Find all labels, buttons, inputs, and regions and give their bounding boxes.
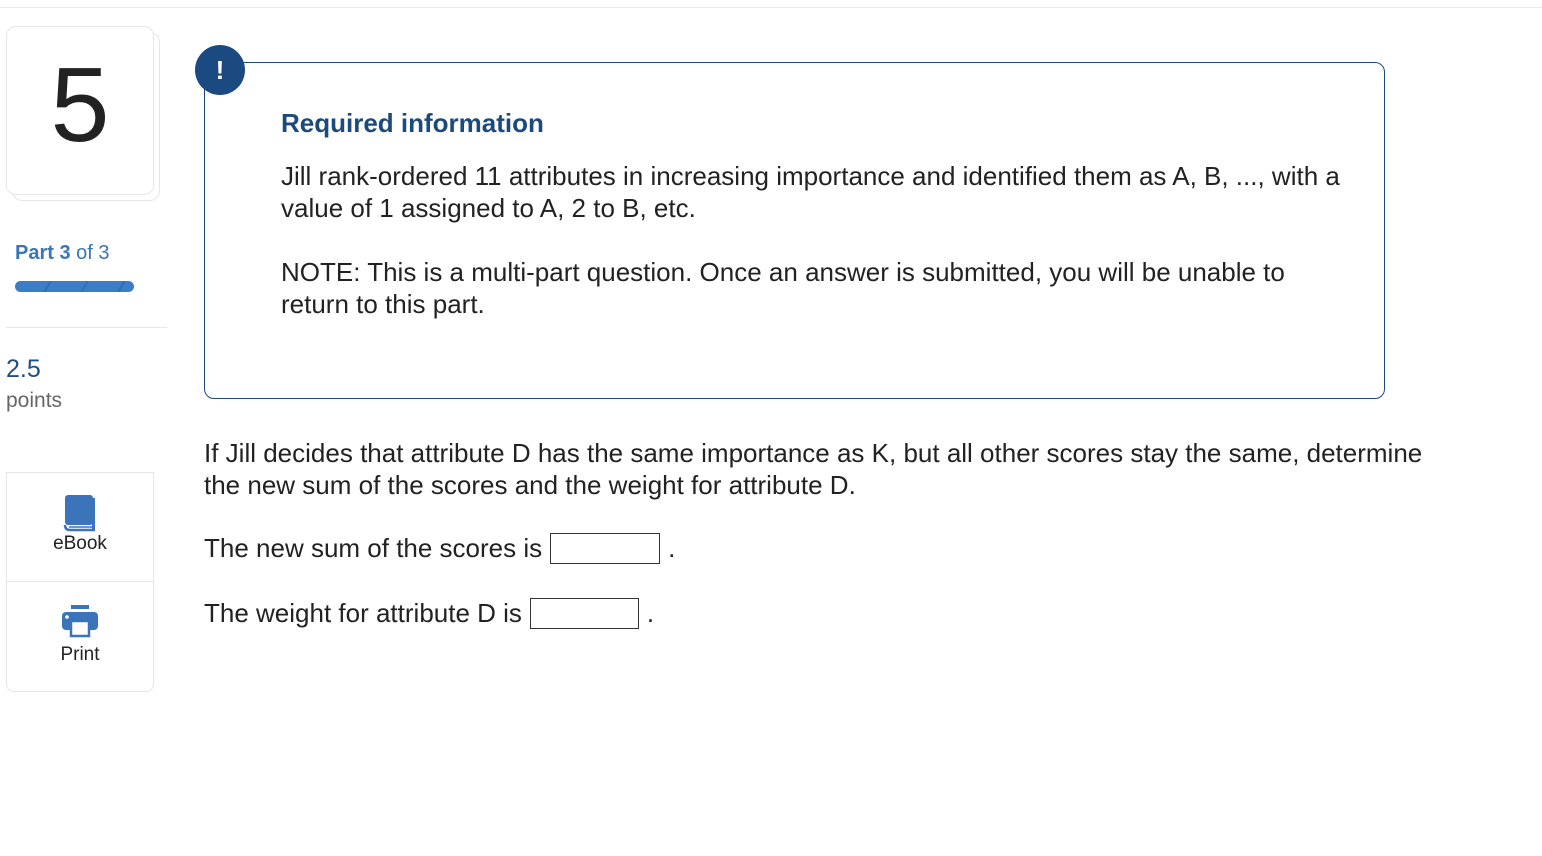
points-value: 2.5 [6,355,41,383]
sidebar-divider [6,327,167,328]
answer-label: The new sum of the scores is [204,533,543,563]
points-label: points [6,389,63,412]
part-current: 3 [59,242,71,264]
print-label: Print [60,644,100,665]
answer-label: The weight for attribute D is [204,598,522,628]
book-icon [63,494,97,532]
question-number-card: 5 [6,26,154,195]
answer-row-sum: The new sum of the scores is . [204,533,675,564]
printer-icon [61,604,99,638]
print-button[interactable]: Print [6,581,154,692]
part-progress-bar [15,281,134,292]
ebook-label: eBook [53,533,107,554]
alert-icon: ! [195,45,245,95]
question-prompt: If Jill decides that attribute D has the… [204,438,1423,500]
part-label: Part [15,242,54,264]
required-info-text: Jill rank-ordered 11 attributes in incre… [281,161,1340,223]
new-sum-input[interactable] [550,533,661,564]
answer-suffix: . [668,533,676,563]
part-indicator: Part 3 of 3 [15,242,110,265]
top-divider [0,7,1542,8]
answer-row-weight: The weight for attribute D is . [204,598,654,629]
ebook-button[interactable]: eBook [6,472,154,581]
part-total: of 3 [76,242,110,264]
weight-d-input[interactable] [529,598,639,629]
answer-suffix: . [646,598,655,628]
required-info-title: Required information [281,108,544,138]
multipart-note: NOTE: This is a multi-part question. Onc… [281,257,1285,319]
question-number: 5 [50,45,110,164]
